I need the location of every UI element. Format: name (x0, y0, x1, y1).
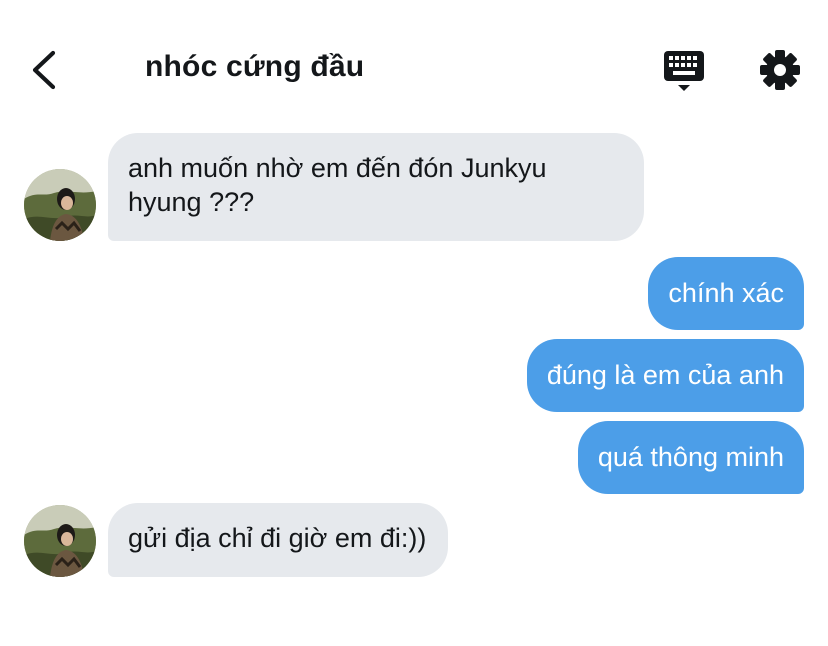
message-bubble[interactable]: quá thông minh (577, 421, 804, 494)
gear-icon (760, 50, 800, 90)
message-bubble[interactable]: đúng là em của anh (526, 339, 804, 412)
chat-header: nhóc cứng đầu (0, 0, 828, 130)
avatar[interactable] (24, 505, 96, 577)
message-row-outgoing: đúng là em của anh (0, 339, 828, 412)
back-button[interactable] (22, 44, 70, 96)
message-bubble[interactable]: chính xác (648, 257, 804, 330)
contact-photo-icon (24, 169, 96, 241)
message-row-outgoing: chính xác (0, 257, 828, 330)
keyboard-icon (664, 51, 704, 91)
settings-button[interactable] (756, 46, 804, 94)
message-row-incoming: anh muốn nhờ em đến đón Junkyu hyung ??? (0, 133, 828, 241)
message-row-incoming: gửi địa chỉ đi giờ em đi:)) (0, 503, 828, 577)
message-bubble[interactable]: anh muốn nhờ em đến đón Junkyu hyung ??? (108, 133, 644, 241)
message-row-outgoing: quá thông minh (0, 421, 828, 494)
chevron-left-icon (32, 50, 56, 90)
keyboard-button[interactable] (660, 48, 708, 94)
conversation-title[interactable]: nhóc cứng đầu (145, 50, 364, 84)
message-bubble[interactable]: gửi địa chỉ đi giờ em đi:)) (108, 503, 449, 577)
contact-photo-icon (24, 505, 96, 577)
avatar[interactable] (24, 169, 96, 241)
